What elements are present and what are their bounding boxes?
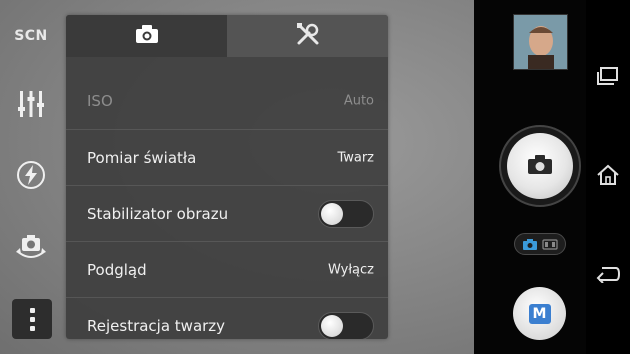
setting-row-metering[interactable]: Pomiar światła Twarz	[66, 129, 388, 185]
setting-value: Auto	[343, 93, 374, 109]
back-icon	[596, 265, 621, 287]
stabilizer-toggle[interactable]	[318, 199, 374, 228]
system-navigation-bar	[586, 0, 630, 354]
more-vert-icon	[29, 306, 35, 333]
toggle-knob	[321, 202, 343, 225]
scene-button[interactable]: SCN	[8, 16, 54, 56]
back-button[interactable]	[594, 262, 622, 290]
shutter-camera-icon	[527, 153, 553, 179]
setting-label: Pomiar światła	[87, 148, 197, 167]
setting-value: Wyłącz	[328, 262, 374, 277]
recent-apps-icon	[597, 67, 619, 89]
shutter-button[interactable]	[499, 125, 581, 207]
setting-value: Twarz	[337, 150, 374, 165]
recent-apps-button[interactable]	[594, 64, 622, 92]
home-icon	[596, 164, 620, 190]
shutter-face	[507, 133, 573, 199]
photo-mode-icon	[522, 235, 538, 254]
camera-icon	[135, 24, 159, 48]
switch-camera-button[interactable]	[8, 229, 54, 269]
settings-sliders-icon	[18, 89, 44, 123]
flash-auto-icon	[16, 160, 46, 194]
flash-button[interactable]	[8, 157, 54, 197]
last-photo-thumbnail[interactable]	[513, 14, 568, 70]
tools-icon	[295, 21, 321, 51]
setting-label: Podgląd	[87, 260, 147, 279]
settings-tabs	[66, 15, 388, 57]
setting-row-stabilizer[interactable]: Stabilizator obrazu	[66, 185, 388, 241]
setting-label: ISO	[87, 92, 113, 110]
setting-label: Stabilizator obrazu	[87, 204, 229, 223]
left-toolbar: SCN	[0, 0, 62, 354]
settings-list: ISO Auto Pomiar światła Twarz Stabilizat…	[66, 73, 388, 339]
video-mode-icon	[542, 235, 558, 254]
photo-video-switch[interactable]	[514, 233, 566, 255]
setting-row-iso: ISO Auto	[66, 73, 388, 129]
manual-mode-icon: M	[528, 303, 551, 324]
scene-label: SCN	[14, 28, 48, 44]
settings-button[interactable]	[8, 86, 54, 126]
switch-camera-icon	[14, 231, 48, 267]
setting-row-preview[interactable]: Podgląd Wyłącz	[66, 241, 388, 297]
face-registration-toggle[interactable]	[318, 311, 374, 339]
manual-mode-button[interactable]: M	[513, 287, 566, 340]
setting-label: Rejestracja twarzy	[87, 316, 226, 335]
home-button[interactable]	[594, 163, 622, 191]
setting-row-face-registration[interactable]: Rejestracja twarzy	[66, 297, 388, 339]
tab-camera-settings[interactable]	[66, 15, 227, 57]
camera-settings-menu: ISO Auto Pomiar światła Twarz Stabilizat…	[66, 15, 388, 339]
more-options-button[interactable]	[12, 299, 52, 339]
toggle-knob	[321, 314, 343, 337]
tab-general-settings[interactable]	[227, 15, 388, 57]
